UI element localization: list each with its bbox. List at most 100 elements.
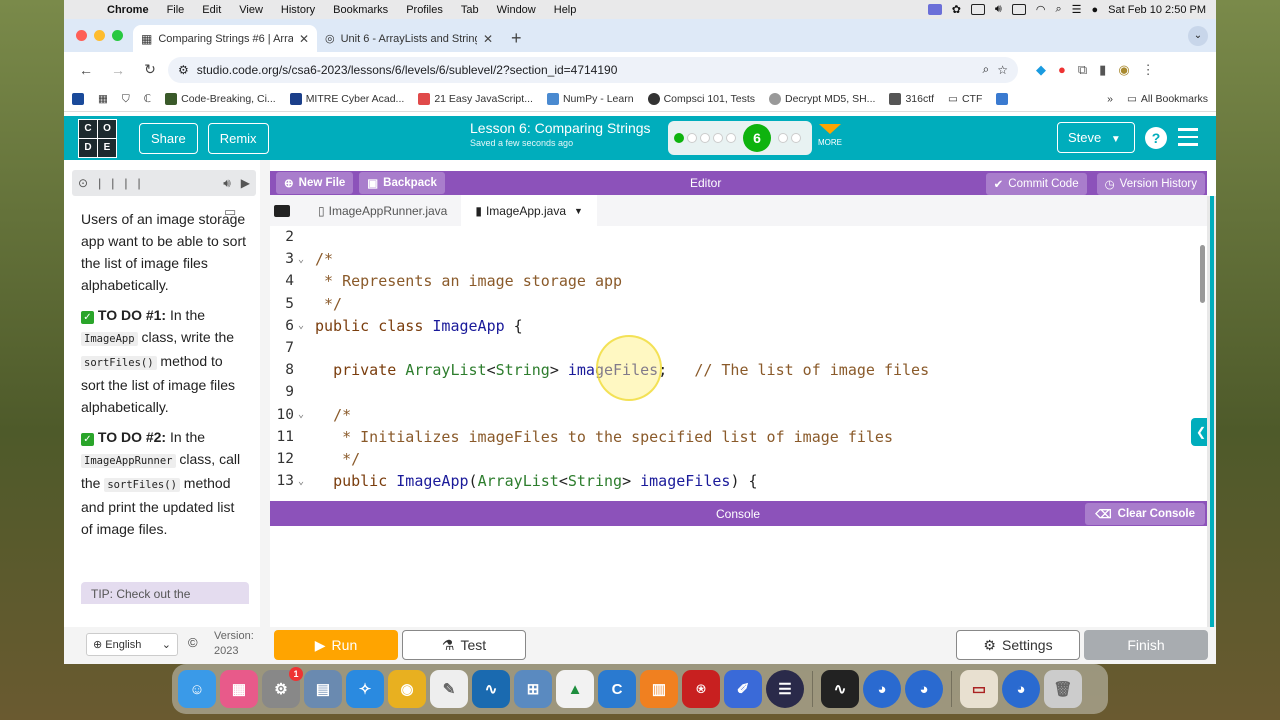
instruction-tab[interactable]: |	[111, 176, 114, 190]
line-number[interactable]: 9	[270, 384, 294, 400]
version-history-button[interactable]: ◷ Version History	[1096, 173, 1205, 195]
code-line[interactable]: 5 */	[270, 293, 1207, 315]
activity-monitor-icon[interactable]: ∿	[821, 670, 859, 708]
clear-console-button[interactable]: ⌫ Clear Console	[1085, 503, 1205, 525]
battery-icon[interactable]	[1011, 4, 1026, 15]
bookmarks-overflow-icon[interactable]: »	[1107, 93, 1113, 105]
menu-edit[interactable]: Edit	[193, 4, 230, 16]
calculator-84-icon[interactable]: ⊞	[514, 670, 552, 708]
line-number[interactable]: 10	[270, 407, 294, 423]
play-icon[interactable]: ▶	[241, 176, 250, 190]
line-number[interactable]: 3	[270, 251, 294, 267]
chrome-menu-icon[interactable]: ⋮	[1142, 62, 1155, 78]
file-tab-imageapp[interactable]: ▮ ImageApp.java ▼	[461, 195, 597, 226]
close-window-button[interactable]	[76, 30, 87, 41]
user-menu-button[interactable]: Steve ▼	[1057, 122, 1135, 153]
level-dot[interactable]	[674, 133, 684, 143]
extension-status-icon[interactable]: ✿	[952, 3, 961, 16]
collapse-instructions-icon[interactable]: ⊙	[78, 176, 88, 190]
new-file-button[interactable]: ⊕ New File	[276, 172, 354, 194]
fold-chevron-icon[interactable]: ⌄	[294, 320, 310, 331]
instruction-tab[interactable]: |	[137, 176, 140, 190]
level-dot[interactable]	[726, 133, 736, 143]
volume-icon[interactable]: 🔊︎	[995, 3, 1002, 16]
settings-button[interactable]: ⚙ Settings	[956, 630, 1080, 660]
line-number[interactable]: 2	[270, 229, 294, 245]
line-number[interactable]: 8	[270, 362, 294, 378]
bookmark-grid-icon[interactable]: ▦	[98, 93, 108, 105]
bookmark-item[interactable]: 316ctf	[889, 93, 934, 105]
zoom-window-button[interactable]	[112, 30, 123, 41]
menu-window[interactable]: Window	[488, 4, 545, 16]
screen-recorder-icon[interactable]: ◕	[1002, 670, 1040, 708]
side-panel-icon[interactable]: ▮	[1099, 62, 1106, 78]
code-line[interactable]: 11 * Initializes imageFiles to the speci…	[270, 426, 1207, 448]
menu-app-name[interactable]: Chrome	[98, 4, 158, 16]
bookmark-sis-icon[interactable]	[72, 93, 84, 105]
instruction-tab[interactable]: |	[124, 176, 127, 190]
menu-file[interactable]: File	[158, 4, 194, 16]
code-text[interactable]: /*	[310, 406, 351, 424]
bookmark-item[interactable]: NumPy - Learn	[546, 93, 634, 105]
run-button[interactable]: ▶ Run	[274, 630, 398, 660]
trash-icon[interactable]: 🗑︎	[1044, 670, 1082, 708]
geogebra-cas-icon[interactable]: ∿	[472, 670, 510, 708]
display-icon[interactable]	[970, 4, 985, 15]
bookmark-c-icon[interactable]: ℂ	[144, 93, 151, 105]
pen-tool-icon[interactable]: ✐	[724, 670, 762, 708]
bookmark-item[interactable]: Code-Breaking, Ci...	[165, 93, 276, 105]
test-button[interactable]: ⚗ Test	[402, 630, 526, 660]
fold-chevron-icon[interactable]: ⌄	[294, 254, 310, 265]
line-number[interactable]: 6	[270, 318, 294, 334]
language-select[interactable]: ⊕ English ⌄	[86, 633, 178, 656]
speaker-icon[interactable]: 🔊︎	[223, 176, 231, 191]
code-line[interactable]: 3 ⌄/*	[270, 248, 1207, 270]
line-number[interactable]: 7	[270, 340, 294, 356]
address-bar[interactable]: ⚙ studio.code.org/s/csa6-2023/lessons/6/…	[168, 56, 1018, 83]
browser-tab[interactable]: ◎ Unit 6 - ArrayLists and String ✕	[317, 25, 501, 52]
finder-icon[interactable]: ☺	[178, 670, 216, 708]
line-number[interactable]: 5	[270, 296, 294, 312]
screen-recorder-icon[interactable]: ◕	[863, 670, 901, 708]
control-center-icon[interactable]: ☰	[1072, 3, 1082, 16]
bookmark-star-icon[interactable]: ☆	[997, 63, 1008, 77]
acrobat-icon[interactable]: ⍟	[682, 670, 720, 708]
lesson-title[interactable]: Lesson 6: Comparing Strings	[470, 120, 651, 136]
line-number[interactable]: 12	[270, 451, 294, 467]
codeorg-logo[interactable]: C O D E	[78, 118, 117, 158]
more-levels-button[interactable]: MORE	[818, 124, 842, 147]
back-icon[interactable]: ←	[72, 62, 100, 78]
code-editor[interactable]: 2 3 ⌄/* 4 * Represents an image storage app…	[270, 226, 1207, 492]
fold-chevron-icon[interactable]: ⌄	[294, 476, 310, 487]
code-line[interactable]: 4 * Represents an image storage app	[270, 270, 1207, 292]
safari-icon[interactable]: ✧	[346, 670, 384, 708]
level-dot[interactable]	[778, 133, 788, 143]
close-tab-icon[interactable]: ✕	[483, 32, 493, 46]
code-text[interactable]: public class ImageApp {	[310, 317, 523, 335]
close-tab-icon[interactable]: ✕	[299, 32, 309, 46]
code-text[interactable]: * Initializes imageFiles to the specifie…	[310, 428, 893, 446]
level-dot[interactable]	[713, 133, 723, 143]
hamburger-menu-icon[interactable]	[1178, 128, 1198, 151]
screen-share-icon[interactable]	[927, 4, 942, 15]
menu-view[interactable]: View	[230, 4, 272, 16]
code-text[interactable]: /*	[310, 250, 333, 268]
eclipse-icon[interactable]: ☰	[766, 670, 804, 708]
copyright-icon[interactable]: ©	[188, 635, 198, 650]
code-line[interactable]: 2	[270, 226, 1207, 248]
level-dot[interactable]	[700, 133, 710, 143]
bookmark-item[interactable]: Compsci 101, Tests	[647, 93, 755, 105]
browser-tab-active[interactable]: ▦ Comparing Strings #6 | Array ✕	[133, 25, 317, 52]
code-line[interactable]: 13 ⌄ public ImageApp(ArrayList<String> im…	[270, 470, 1207, 492]
panel-resize-handle[interactable]	[260, 160, 270, 647]
code-line[interactable]: 10 ⌄ /*	[270, 404, 1207, 426]
bookmark-cs-icon[interactable]	[996, 93, 1009, 105]
code-text[interactable]: */	[310, 450, 360, 468]
extension-diamond-icon[interactable]: ◆	[1036, 62, 1046, 78]
bookmark-folder[interactable]: ▭ CTF	[948, 93, 982, 105]
file-tab-imageapprunner[interactable]: ▯ ImageAppRunner.java	[304, 195, 461, 226]
new-tab-button[interactable]: +	[501, 25, 532, 52]
menu-datetime[interactable]: Sat Feb 10 2:50 PM	[1108, 4, 1206, 16]
books-icon[interactable]: ▥	[640, 670, 678, 708]
system-settings-icon[interactable]: ⚙ 1	[262, 667, 303, 708]
